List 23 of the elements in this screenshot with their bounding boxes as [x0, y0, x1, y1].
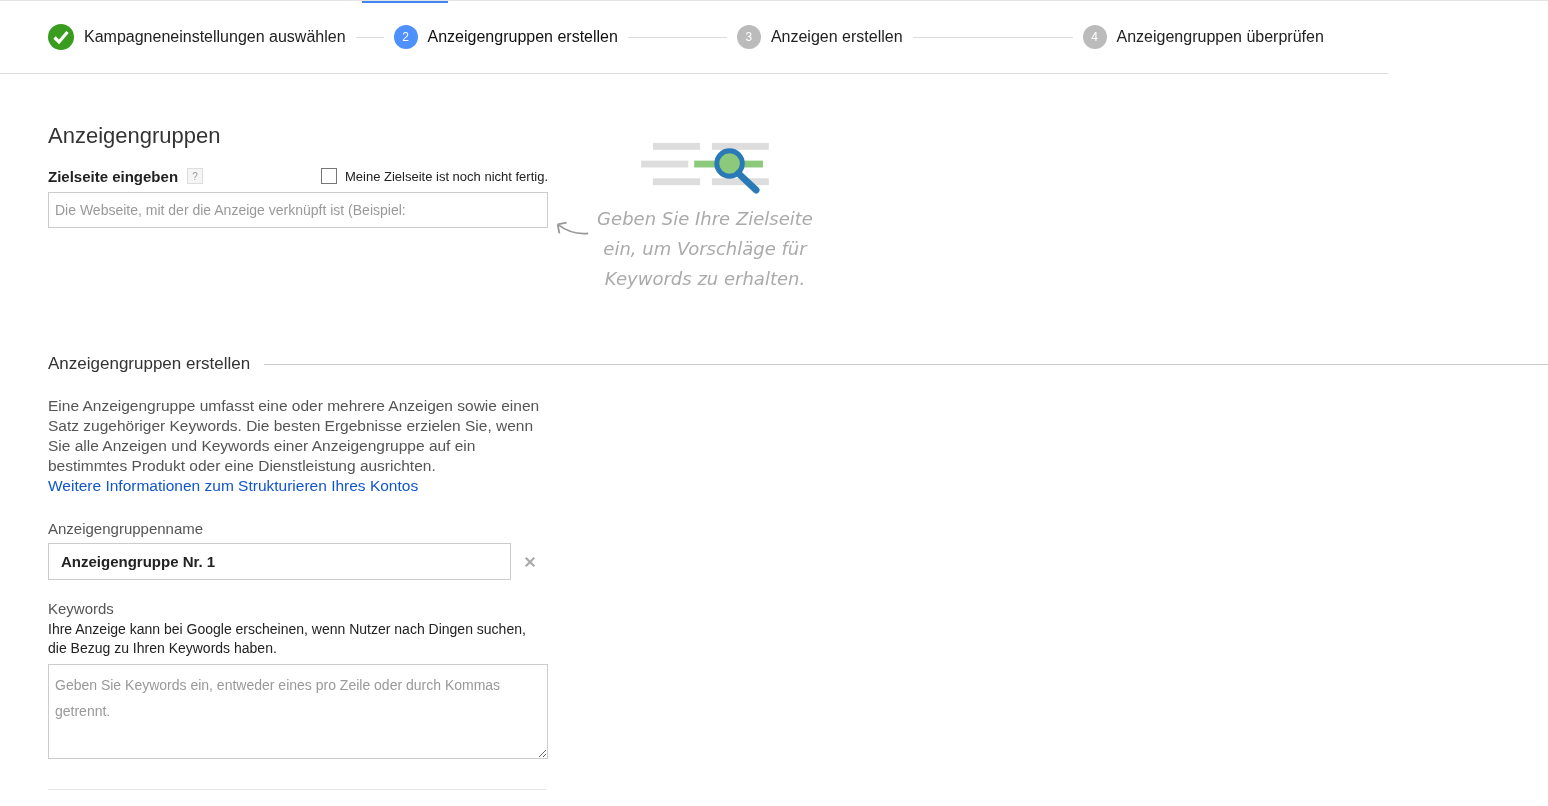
field-label: Zielseite eingeben	[48, 167, 179, 185]
field-label: Anzeigengruppenname	[48, 520, 205, 537]
step-number: 4	[1082, 25, 1107, 49]
checkbox-label: Meine Zielseite ist noch nicht fertig.	[344, 168, 548, 184]
landing-page-field[interactable]: Die Webseite, mit der die Anzeige verknüpft ist (Beispiel:	[48, 192, 548, 228]
description-text: Eine Anzeigengruppe umfasst eine oder mehrere Anzeigen sowie einen Satz zugehöriger Keywords. Die besten Ergebnisse erzielen Sie, wenn Sie alle Anzeigen und Keywords einer Anzeigengruppe auf ein bestimmtes Produkt oder eine Dienstleistung ausrichten. Weitere Informationen zum Strukturieren Ihres Kontos	[48, 396, 541, 496]
keywords-field[interactable]: Geben Sie Keywords ein, entweder eines pro Zeile oder durch Kommas getrennt.	[48, 664, 548, 759]
checkbox[interactable]	[320, 168, 337, 184]
keywords-description: Ihre Anzeige kann bei Google erscheinen, wenn Nutzer nach Dingen suchen, die Bezug zu Ihren Keywords haben.	[48, 620, 527, 658]
close-icon[interactable]	[524, 555, 536, 568]
section-title: Anzeigengruppen erstellen	[48, 354, 251, 374]
ad-group-name-field[interactable]: Anzeigengruppe Nr. 1	[48, 543, 511, 580]
step-label: Anzeigen erstellen	[770, 28, 903, 46]
step-label: Kampagneneinstellungen auswählen	[84, 28, 346, 46]
step-label: Anzeigengruppen überprüfen	[1116, 28, 1324, 46]
learn-more-link[interactable]: Weitere Informationen zum Strukturieren Ihres Kontos	[48, 477, 419, 494]
field-label: Keywords	[48, 600, 115, 617]
step-label: Anzeigengruppen erstellen	[427, 28, 618, 46]
step-number: 3	[736, 25, 761, 49]
step-number: 2	[393, 25, 418, 49]
checkmark-icon	[48, 24, 74, 50]
hint-text: Geben Sie Ihre Zielseite ein, um Vorschläge für Keywords zu erhalten.	[596, 207, 814, 291]
page-title: Anzeigengruppen	[48, 123, 222, 149]
